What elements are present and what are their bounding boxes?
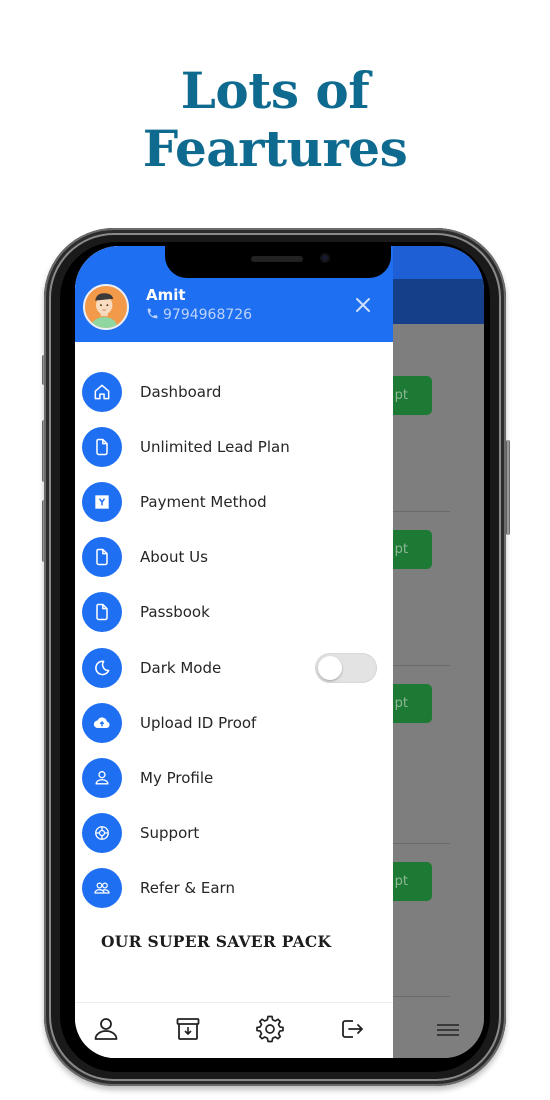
- drawer-bottom-bar: [75, 1002, 393, 1058]
- profile-icon: [94, 1018, 118, 1040]
- toggle-knob: [318, 655, 342, 680]
- menu-item-dashboard[interactable]: Dashboard: [75, 364, 393, 419]
- user-name: Amit: [146, 286, 186, 304]
- lifebuoy-icon: [95, 826, 109, 841]
- user-avatar[interactable]: [83, 284, 129, 330]
- menu-item-payment-method[interactable]: Payment Method: [75, 474, 393, 529]
- logout-button[interactable]: [338, 1015, 366, 1043]
- phone-screen: pt pt pt pt Amit 9794968726 Dashboard Un…: [75, 246, 484, 1058]
- close-drawer-button[interactable]: [353, 295, 373, 315]
- user-phone: 9794968726: [146, 307, 252, 323]
- menu-item-support[interactable]: Support: [75, 806, 393, 861]
- menu-item-label: Refer & Earn: [140, 879, 235, 898]
- cloud-upload-icon: [93, 717, 110, 728]
- archive-download-icon: [176, 1018, 200, 1040]
- drawer-menu: Dashboard Unlimited Lead Plan Payment Me…: [75, 364, 393, 916]
- settings-gear-icon: [256, 1015, 284, 1043]
- super-saver-pack-heading: OUR SUPER SAVER PACK: [101, 932, 332, 951]
- menu-item-passbook[interactable]: Passbook: [75, 585, 393, 640]
- close-icon: [356, 298, 370, 312]
- home-icon: [94, 384, 110, 400]
- menu-item-label: Upload ID Proof: [140, 713, 257, 732]
- power-button: [506, 440, 510, 535]
- hamburger-menu-icon[interactable]: [437, 1024, 459, 1038]
- promo-title-line-2: Feartures: [142, 119, 408, 178]
- phone-icon: [147, 308, 158, 319]
- promo-title-line-1: Lots of: [180, 61, 370, 120]
- logout-icon: [342, 1020, 363, 1038]
- archive-button[interactable]: [174, 1015, 202, 1043]
- moon-icon: [95, 660, 110, 675]
- menu-item-refer-earn[interactable]: Refer & Earn: [75, 861, 393, 916]
- settings-button[interactable]: [256, 1015, 284, 1043]
- menu-item-label: Dark Mode: [140, 658, 222, 677]
- menu-item-label: Dashboard: [140, 382, 222, 401]
- dark-mode-toggle[interactable]: [315, 652, 377, 683]
- document-icon: [96, 548, 108, 566]
- profile-button[interactable]: [92, 1015, 120, 1043]
- user-icon: [95, 770, 109, 785]
- navigation-drawer: Amit 9794968726 Dashboard Unlimited Lead…: [75, 246, 393, 1058]
- menu-item-dark-mode: Dark Mode: [75, 640, 393, 695]
- menu-item-label: Support: [140, 824, 200, 843]
- menu-item-label: My Profile: [140, 768, 214, 787]
- background-app-toolbar: [393, 279, 484, 324]
- menu-item-label: Unlimited Lead Plan: [140, 437, 290, 456]
- document-icon: [96, 438, 108, 456]
- menu-item-label: Payment Method: [140, 492, 267, 511]
- document-icon: [96, 604, 108, 621]
- menu-item-upload-id-proof[interactable]: Upload ID Proof: [75, 695, 393, 750]
- menu-item-label: About Us: [140, 548, 208, 567]
- speaker-grille: [251, 256, 303, 262]
- phone-notch: [165, 246, 391, 278]
- front-camera: [320, 253, 330, 263]
- users-icon: [94, 882, 110, 894]
- menu-item-label: Passbook: [140, 603, 210, 622]
- menu-item-unlimited-lead-plan[interactable]: Unlimited Lead Plan: [75, 419, 393, 474]
- user-phone-number: 9794968726: [163, 307, 253, 323]
- menu-item-my-profile[interactable]: My Profile: [75, 750, 393, 805]
- promo-title: Lots of Feartures: [0, 62, 550, 178]
- payment-icon: [95, 495, 109, 509]
- menu-item-about-us[interactable]: About Us: [75, 530, 393, 585]
